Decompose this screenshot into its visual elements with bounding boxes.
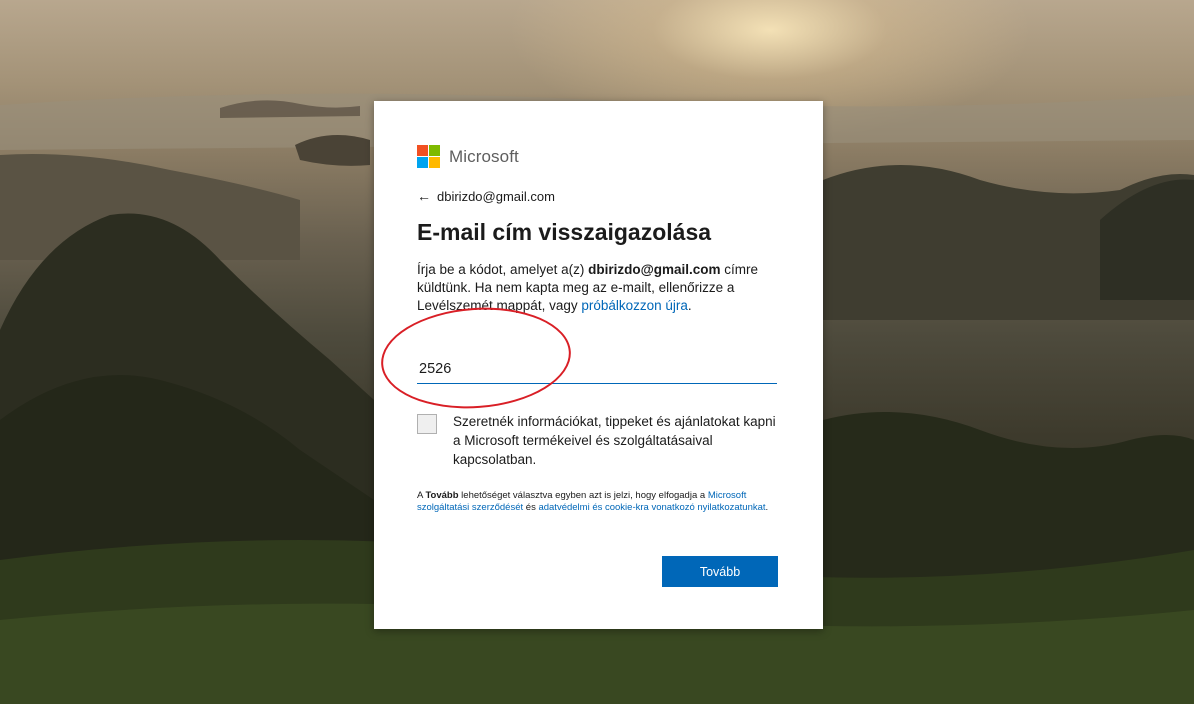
next-button[interactable]: Tovább [662, 556, 778, 587]
account-email[interactable]: dbirizdo@gmail.com [437, 189, 555, 204]
legal-part-4: . [765, 502, 769, 513]
instruction-text: Írja be a kódot, amelyet a(z) dbirizdo@g… [417, 261, 787, 315]
retry-link[interactable]: próbálkozzon újra [581, 298, 688, 313]
consent-row: Szeretnék információkat, tippeket és ajá… [417, 412, 783, 469]
privacy-statement-link[interactable]: adatvédelmi és cookie-kra vonatkozó nyil… [538, 502, 765, 513]
legal-notice: A Tovább lehetőséget választva egyben az… [417, 490, 789, 514]
microsoft-logo: Microsoft [417, 145, 519, 168]
arrow-left-icon[interactable]: ← [417, 188, 431, 204]
instruction-part-3: . [687, 298, 692, 313]
back-link[interactable]: ← dbirizdo@gmail.com [417, 188, 555, 204]
page-title: E-mail cím visszaigazolása [417, 219, 712, 245]
legal-bold: Tovább [425, 490, 459, 501]
consent-label[interactable]: Szeretnék információkat, tippeket és ajá… [453, 412, 783, 469]
brand-name: Microsoft [449, 146, 519, 166]
legal-part-2: lehetőséget választva egyben azt is jelz… [458, 490, 708, 501]
verification-card: Microsoft ← dbirizdo@gmail.com E-mail cí… [374, 101, 823, 629]
instruction-email: dbirizdo@gmail.com [588, 262, 721, 277]
legal-part-3: és [523, 502, 539, 513]
code-input[interactable] [417, 355, 777, 384]
consent-checkbox[interactable] [417, 414, 437, 434]
instruction-part-1: Írja be a kódot, amelyet a(z) [417, 262, 589, 277]
microsoft-logo-icon [417, 145, 440, 168]
